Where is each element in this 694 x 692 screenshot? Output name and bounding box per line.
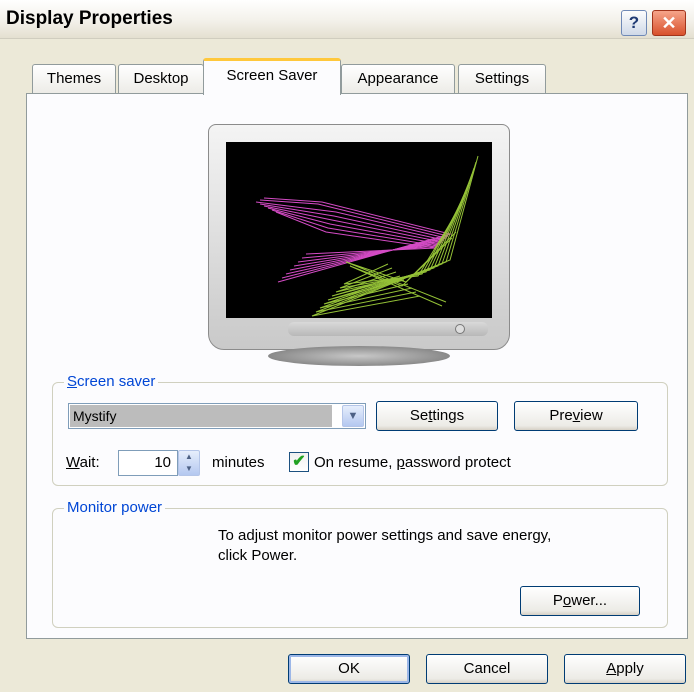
spin-up-icon[interactable]: ▲ <box>179 451 199 463</box>
mystify-preview-graphic <box>255 155 479 317</box>
power-button[interactable]: Power... <box>520 586 640 616</box>
monitor-power-description-line1: To adjust monitor power settings and sav… <box>218 527 552 544</box>
wait-label: Wait: <box>66 454 100 471</box>
tab-appearance[interactable]: Appearance <box>341 64 455 94</box>
screen-saver-select[interactable]: Mystify ▼ <box>68 403 366 429</box>
monitor-power-description-line2: click Power. <box>218 547 298 564</box>
apply-button[interactable]: Apply <box>564 654 686 684</box>
wait-spinner[interactable]: ▲ ▼ <box>178 450 200 476</box>
close-button[interactable]: ✕ <box>652 10 686 36</box>
ok-button[interactable]: OK <box>288 654 410 684</box>
monitor-stand <box>268 346 450 366</box>
tab-themes[interactable]: Themes <box>32 64 116 94</box>
monitor-power-group-label: Monitor power <box>64 499 166 516</box>
screen-saver-selected-value: Mystify <box>70 405 332 427</box>
password-protect-label[interactable]: On resume, password protect <box>314 454 511 471</box>
screen-saver-settings-button[interactable]: Settings <box>376 401 498 431</box>
password-protect-checkbox[interactable]: ✔ <box>289 452 309 472</box>
title-bar[interactable]: Display Properties ? ✕ <box>0 0 694 39</box>
tab-desktop[interactable]: Desktop <box>118 64 204 94</box>
power-led-icon <box>455 324 465 334</box>
minutes-label: minutes <box>212 454 265 471</box>
help-button[interactable]: ? <box>621 10 647 36</box>
tab-screen-saver[interactable]: Screen Saver <box>203 58 341 95</box>
window-title: Display Properties <box>6 8 173 29</box>
screen-saver-group-label: Screen saver <box>64 373 159 390</box>
chevron-down-icon[interactable]: ▼ <box>342 405 364 427</box>
preview-screen <box>226 142 492 318</box>
preview-button[interactable]: Preview <box>514 401 638 431</box>
tab-settings[interactable]: Settings <box>458 64 546 94</box>
wait-minutes-input[interactable]: 10 <box>118 450 178 476</box>
spin-down-icon[interactable]: ▼ <box>179 463 199 475</box>
cancel-button[interactable]: Cancel <box>426 654 548 684</box>
